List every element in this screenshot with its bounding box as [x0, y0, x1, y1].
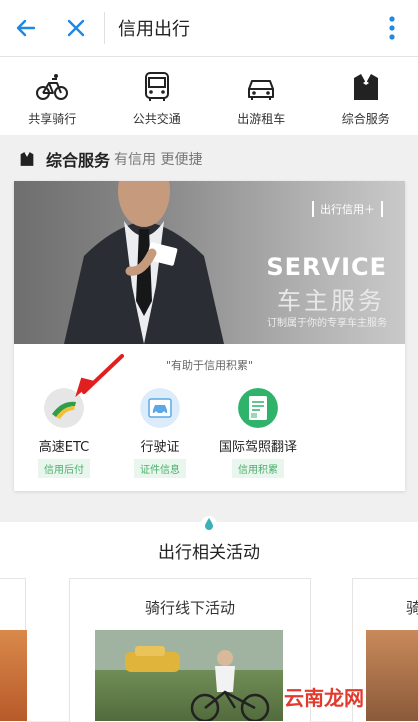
back-arrow-icon[interactable] — [14, 16, 38, 40]
cycling-scene-illustration — [95, 630, 283, 721]
bus-icon — [140, 70, 174, 104]
service-name: 国际驾照翻译 — [219, 436, 297, 455]
nav-divider — [104, 12, 105, 44]
owner-service-banner[interactable]: 出行信用＋ SERVICE 车主服务 订制属于你的专享车主服务 — [14, 181, 405, 344]
category-shared-cycling[interactable]: 共享骑行 — [0, 57, 105, 135]
category-car-rental[interactable]: 出游租车 — [209, 57, 314, 135]
annotation-arrow-icon — [70, 352, 130, 402]
car-icon — [244, 70, 278, 104]
section-title: 综合服务 — [46, 147, 110, 171]
cycling-photo — [95, 630, 283, 721]
water-drop-icon — [201, 516, 217, 532]
document-icon — [238, 388, 278, 428]
more-options-icon[interactable] — [384, 14, 400, 42]
watermark-logo: 云南龙网 — [284, 682, 364, 711]
activity-card-title: 骑 — [406, 597, 418, 618]
service-badge: 信用积累 — [232, 459, 284, 478]
banner-tagline: 订制属于你的专享车主服务 — [267, 314, 387, 329]
category-public-transport[interactable]: 公共交通 — [105, 57, 210, 135]
activity-photo — [0, 630, 27, 721]
category-label: 出游租车 — [237, 110, 285, 127]
category-general-services[interactable]: 综合服务 — [314, 57, 418, 135]
close-icon[interactable] — [64, 16, 88, 40]
businessman-illustration — [44, 181, 244, 344]
page-title: 信用出行 — [118, 15, 190, 41]
banner-heading: SERVICE — [266, 253, 387, 281]
top-nav-bar: 信用出行 — [0, 0, 418, 57]
banner-heading-cn: 车主服务 — [277, 281, 385, 316]
service-name: 高速ETC — [39, 436, 89, 455]
suit-icon — [349, 70, 383, 104]
section-header: 综合服务 有信用 更便捷 — [18, 147, 202, 171]
bicycle-icon — [35, 70, 69, 104]
category-bar: 共享骑行 公共交通 出游租车 综合服务 — [0, 57, 418, 135]
license-car-icon — [140, 388, 180, 428]
service-badge: 信用后付 — [38, 459, 90, 478]
activity-card-title: 骑行线下活动 — [70, 597, 310, 618]
category-label: 综合服务 — [342, 110, 390, 127]
service-intl-license-translation[interactable]: 国际驾照翻译 信用积累 — [208, 388, 308, 478]
service-badge: 证件信息 — [134, 459, 186, 478]
section-subtitle: 有信用 更便捷 — [114, 149, 202, 169]
suit-icon — [18, 150, 36, 168]
category-label: 公共交通 — [133, 110, 181, 127]
activity-photo — [366, 630, 418, 721]
category-label: 共享骑行 — [28, 110, 76, 127]
banner-tag: 出行信用＋ — [312, 201, 383, 217]
service-name: 行驶证 — [140, 436, 179, 455]
activity-title: 出行相关活动 — [0, 538, 418, 563]
service-card: 出行信用＋ SERVICE 车主服务 订制属于你的专享车主服务 "有助于信用积累… — [14, 181, 405, 491]
